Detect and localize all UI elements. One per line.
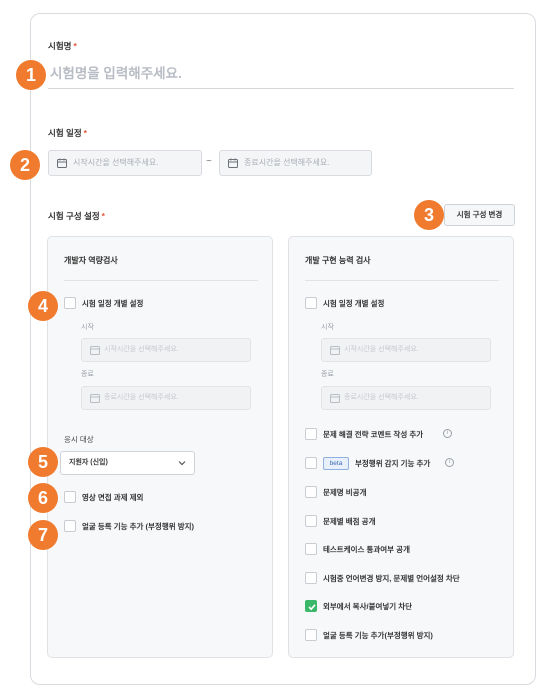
option-label: 문제별 배점 공개 bbox=[323, 517, 376, 526]
right-panel-title: 개발 구현 능력 검사 bbox=[305, 256, 371, 265]
face-register-label: 얼굴 등록 기능 추가 (부정행위 방지) bbox=[82, 522, 195, 531]
target-label: 응시 대상 bbox=[64, 435, 94, 444]
step-badge: 7 bbox=[28, 520, 58, 550]
info-icon[interactable]: i bbox=[445, 458, 454, 467]
calendar-icon bbox=[330, 346, 340, 355]
info-icon[interactable]: i bbox=[443, 429, 452, 438]
option-checkbox-checked[interactable] bbox=[305, 600, 317, 612]
option-checkbox[interactable] bbox=[305, 486, 317, 498]
option-checkbox[interactable] bbox=[305, 428, 317, 440]
developer-competency-panel bbox=[47, 236, 273, 658]
exam-config-label: 시험 구성 설정 * bbox=[48, 211, 105, 221]
calendar-icon bbox=[90, 346, 100, 355]
option-label: 문제명 비공개 bbox=[323, 488, 367, 497]
right-individual-schedule-checkbox[interactable] bbox=[305, 297, 317, 309]
calendar-icon bbox=[90, 394, 100, 403]
step-badge: 6 bbox=[28, 483, 58, 513]
video-interview-label: 영상 면접 과제 제외 bbox=[82, 493, 144, 502]
required-mark: * bbox=[73, 41, 77, 51]
option-checkbox[interactable] bbox=[305, 457, 317, 469]
schedule-end-placeholder: 종료시간을 선택해주세요. bbox=[244, 158, 330, 167]
calendar-icon bbox=[57, 158, 67, 168]
step-badge: 5 bbox=[28, 447, 58, 477]
option-checkbox[interactable] bbox=[305, 515, 317, 527]
step-badge: 1 bbox=[16, 60, 46, 90]
right-end-input[interactable]: 종료시간을 선택해주세요. bbox=[321, 386, 491, 410]
left-end-input[interactable]: 종료시간을 선택해주세요. bbox=[81, 386, 251, 410]
calendar-icon bbox=[330, 394, 340, 403]
option-label: 부정행위 감지 기능 추가 bbox=[355, 459, 431, 468]
option-checkbox[interactable] bbox=[305, 572, 317, 584]
left-start-input[interactable]: 시작시간을 선택해주세요. bbox=[81, 338, 251, 362]
option-label: 외부에서 복사/붙여넣기 차단 bbox=[323, 602, 413, 611]
schedule-end-input[interactable]: 종료시간을 선택해주세요. bbox=[219, 150, 372, 176]
option-checkbox[interactable] bbox=[305, 629, 317, 641]
option-label: 얼굴 등록 기능 추가(부정행위 방지) bbox=[323, 631, 433, 640]
face-register-checkbox[interactable] bbox=[64, 520, 76, 532]
left-panel-title: 개발자 역량검사 bbox=[64, 256, 118, 265]
option-label: 시험중 언어변경 방지, 문제별 언어설정 차단 bbox=[323, 574, 460, 583]
right-individual-schedule-label: 시험 일정 개별 설정 bbox=[323, 299, 385, 308]
end-label: 종료 bbox=[321, 371, 334, 378]
left-start-placeholder: 시작시간을 선택해주세요. bbox=[104, 346, 179, 353]
divider bbox=[64, 280, 258, 281]
step-badge: 3 bbox=[414, 200, 444, 230]
individual-schedule-label: 시험 일정 개별 설정 bbox=[82, 299, 144, 308]
left-end-placeholder: 종료시간을 선택해주세요. bbox=[104, 394, 179, 401]
option-checkbox[interactable] bbox=[305, 543, 317, 555]
required-mark: * bbox=[83, 128, 87, 138]
step-badge: 4 bbox=[28, 291, 58, 321]
schedule-separator: ~ bbox=[206, 156, 212, 167]
right-start-placeholder: 시작시간을 선택해주세요. bbox=[344, 346, 419, 353]
end-label: 종료 bbox=[81, 371, 94, 378]
step-badge: 2 bbox=[10, 150, 40, 180]
check-icon bbox=[308, 604, 316, 611]
right-start-input[interactable]: 시작시간을 선택해주세요. bbox=[321, 338, 491, 362]
implementation-ability-panel bbox=[288, 236, 514, 658]
option-label: 문제 해결 전략 코멘트 작성 추가 bbox=[323, 430, 424, 439]
change-config-button[interactable]: 시험 구성 변경 bbox=[444, 204, 515, 226]
option-label: 테스트케이스 통과여부 공개 bbox=[323, 545, 410, 554]
start-label: 시작 bbox=[81, 324, 94, 331]
individual-schedule-checkbox[interactable] bbox=[64, 297, 76, 309]
calendar-icon bbox=[228, 158, 238, 168]
exam-name-label: 시험명 * bbox=[48, 41, 77, 51]
chevron-down-icon bbox=[178, 461, 186, 466]
schedule-start-input[interactable]: 시작시간을 선택해주세요. bbox=[48, 150, 202, 176]
schedule-start-placeholder: 시작시간을 선택해주세요. bbox=[73, 158, 159, 167]
right-end-placeholder: 종료시간을 선택해주세요. bbox=[344, 394, 419, 401]
required-mark: * bbox=[101, 211, 105, 221]
start-label: 시작 bbox=[321, 324, 334, 331]
divider bbox=[305, 280, 499, 281]
beta-tag: beta bbox=[323, 457, 349, 470]
exam-schedule-label: 시험 일정 * bbox=[48, 128, 87, 138]
target-select[interactable]: 지원자 (신입) bbox=[60, 451, 195, 475]
exam-name-input[interactable]: 시험명을 입력해주세요. bbox=[48, 62, 514, 89]
video-interview-checkbox[interactable] bbox=[64, 491, 76, 503]
target-value: 지원자 (신입) bbox=[69, 459, 108, 466]
